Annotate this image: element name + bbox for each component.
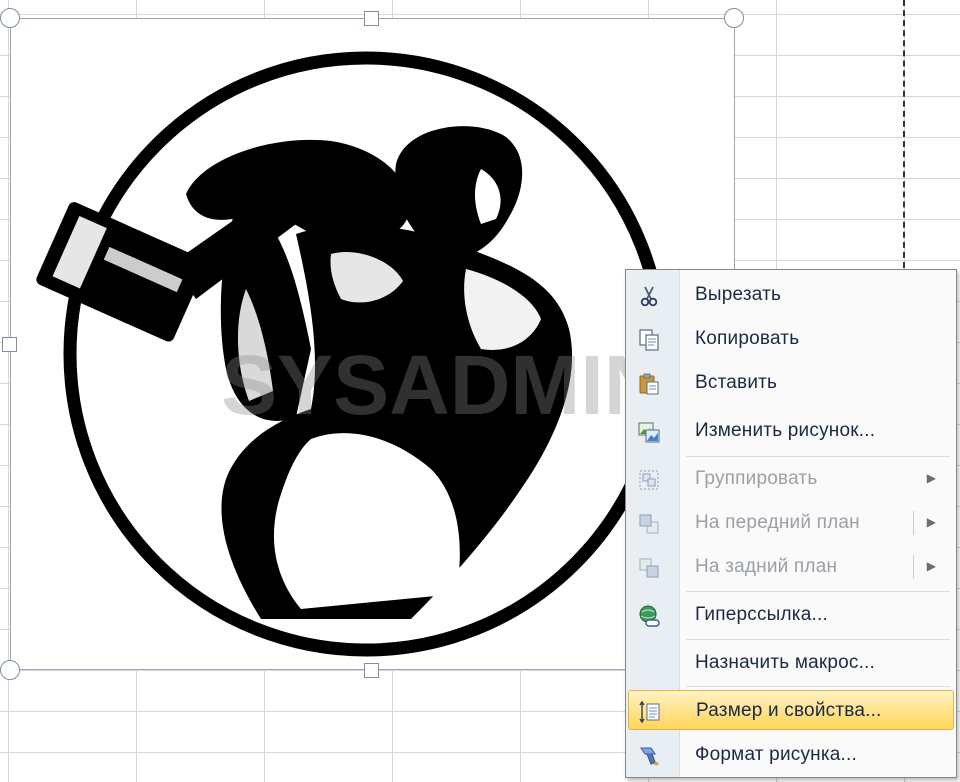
menu-item-send-to-back[interactable]: На задний план ▶ — [628, 547, 954, 587]
bring-to-front-icon — [636, 511, 662, 537]
menu-item-change-picture[interactable]: Изменить рисунок... — [628, 411, 954, 451]
menu-item-cut[interactable]: Вырезать — [628, 275, 954, 315]
paste-icon — [636, 371, 662, 397]
submenu-arrow-icon: ▶ — [926, 471, 936, 485]
size-properties-icon — [637, 699, 663, 725]
menu-item-label: Изменить рисунок... — [695, 420, 876, 441]
group-icon — [636, 467, 662, 493]
menu-item-label: Группировать — [695, 468, 818, 489]
menu-item-assign-macro[interactable]: Назначить макрос... — [628, 643, 954, 683]
menu-item-paste[interactable]: Вставить — [628, 363, 954, 403]
menu-separator — [686, 639, 950, 640]
menu-item-copy[interactable]: Копировать — [628, 319, 954, 359]
resize-handle-bottom[interactable] — [364, 663, 379, 678]
change-picture-icon — [636, 419, 662, 445]
send-to-back-icon — [636, 555, 662, 581]
submenu-arrow-icon: ▶ — [926, 515, 936, 529]
menu-item-label: Вырезать — [695, 284, 782, 305]
menu-item-label: Вставить — [695, 372, 778, 393]
menu-item-size-properties[interactable]: Размер и свойства... — [628, 690, 954, 730]
menu-item-bring-to-front[interactable]: На передний план ▶ — [628, 503, 954, 543]
menu-item-label: Формат рисунка... — [695, 744, 857, 765]
resize-handle-top[interactable] — [364, 11, 379, 26]
format-picture-icon — [636, 743, 662, 769]
menu-separator — [686, 591, 950, 592]
menu-item-label: На передний план — [695, 512, 860, 533]
split-divider — [913, 555, 914, 579]
menu-item-label: Размер и свойства... — [696, 700, 882, 721]
menu-item-label: Назначить макрос... — [695, 652, 876, 673]
menu-item-label: Копировать — [695, 328, 800, 349]
menu-separator — [686, 686, 950, 687]
scissors-icon — [636, 283, 662, 309]
menu-item-label: Гиперссылка... — [695, 604, 828, 625]
menu-item-format-picture[interactable]: Формат рисунка... — [628, 735, 954, 775]
copy-icon — [636, 327, 662, 353]
page-break-line — [903, 0, 905, 268]
submenu-arrow-icon: ▶ — [926, 559, 936, 573]
resize-handle-left[interactable] — [2, 337, 17, 352]
split-divider — [913, 511, 914, 535]
resize-handle-top-right[interactable] — [724, 8, 744, 28]
hyperlink-icon — [636, 603, 662, 629]
resize-handle-top-left[interactable] — [0, 8, 20, 28]
menu-separator — [686, 456, 950, 457]
menu-item-hyperlink[interactable]: Гиперссылка... — [628, 595, 954, 635]
resize-handle-bottom-left[interactable] — [0, 660, 20, 680]
menu-item-group[interactable]: Группировать ▶ — [628, 459, 954, 499]
context-menu: Вырезать Копировать Вставить Изменить ри… — [625, 269, 957, 778]
menu-item-label: На задний план — [695, 556, 838, 577]
